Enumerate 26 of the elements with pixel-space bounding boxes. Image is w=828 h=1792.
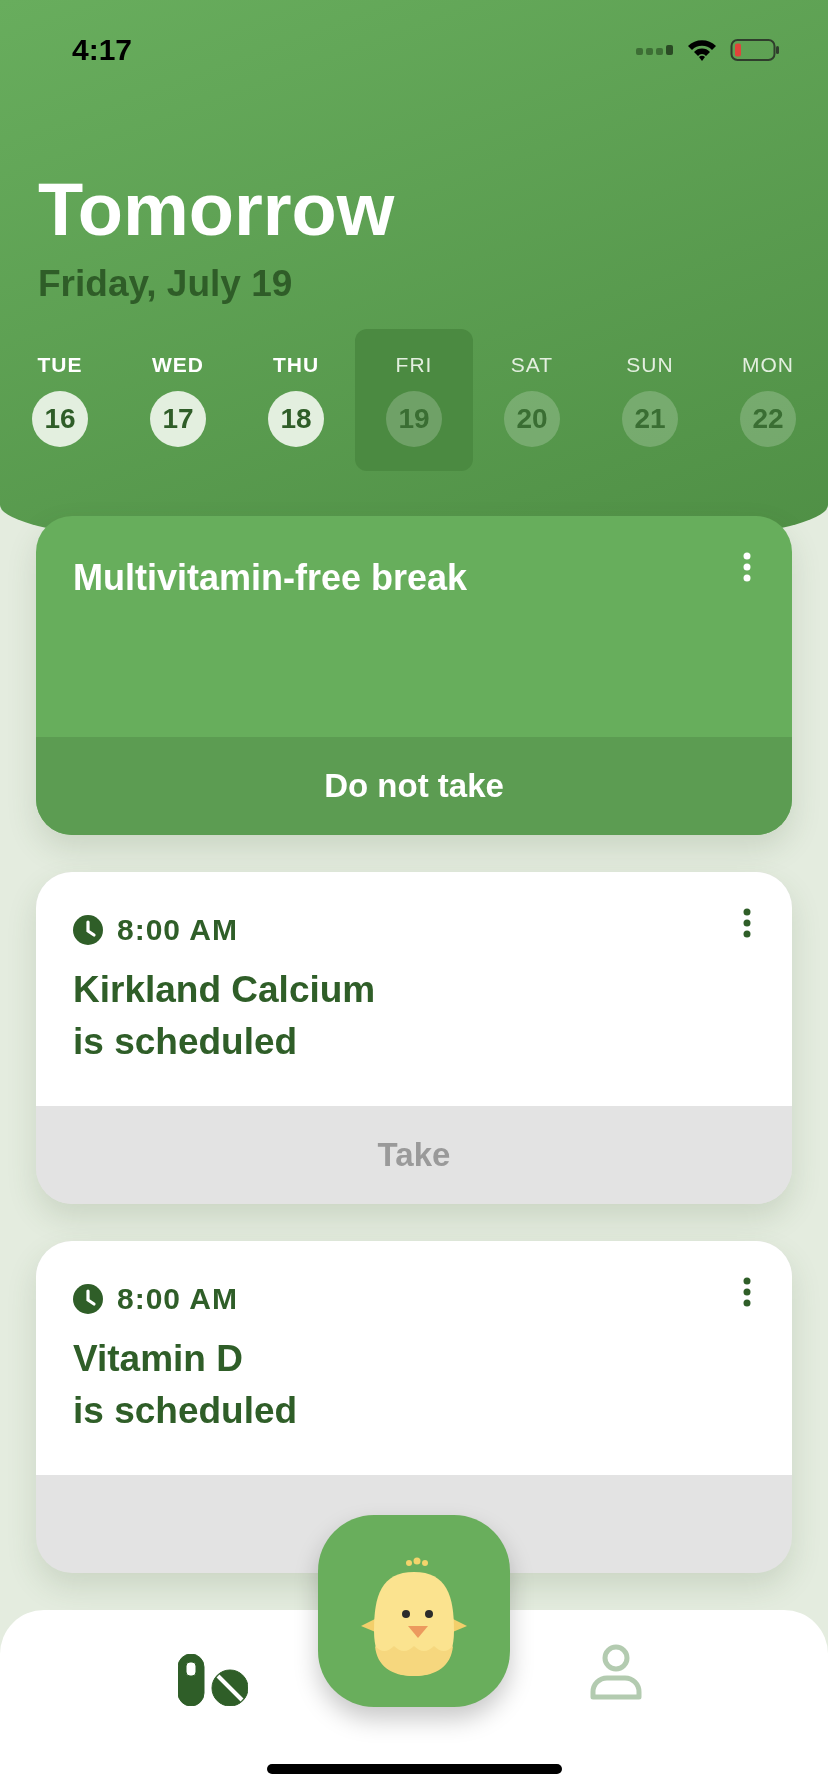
day-tab[interactable]: TUE 16	[1, 329, 119, 471]
card-title: Multivitamin-free break	[73, 556, 469, 600]
action-button[interactable]: Take	[36, 1106, 792, 1204]
status-text: is scheduled	[73, 1020, 299, 1064]
medication-name: Vitamin D	[73, 1337, 244, 1381]
battery-icon	[730, 38, 780, 62]
action-button[interactable]: Do not take	[36, 737, 792, 835]
dose-time: 8:00 AM	[117, 1282, 238, 1316]
clock-icon	[73, 1284, 103, 1314]
status-text: is scheduled	[73, 1389, 299, 1433]
day-tab[interactable]: WED 17	[119, 329, 237, 471]
status-time: 4:17	[72, 33, 133, 67]
date-subtitle: Friday, July 19	[38, 264, 294, 304]
dose-time: 8:00 AM	[117, 913, 238, 947]
more-icon[interactable]	[742, 1277, 752, 1307]
wifi-icon	[686, 38, 718, 62]
clock-icon	[73, 915, 103, 945]
day-tab[interactable]: SUN 21	[591, 329, 709, 471]
more-icon[interactable]	[742, 908, 752, 938]
day-tab[interactable]: SAT 20	[473, 329, 591, 471]
medication-name: Kirkland Calcium	[73, 968, 377, 1012]
page-title: Tomorrow	[38, 170, 396, 250]
pills-icon[interactable]	[178, 1654, 248, 1706]
day-tab[interactable]: THU 18	[237, 329, 355, 471]
day-tab[interactable]: MON 22	[709, 329, 827, 471]
signal-icon	[636, 44, 674, 56]
